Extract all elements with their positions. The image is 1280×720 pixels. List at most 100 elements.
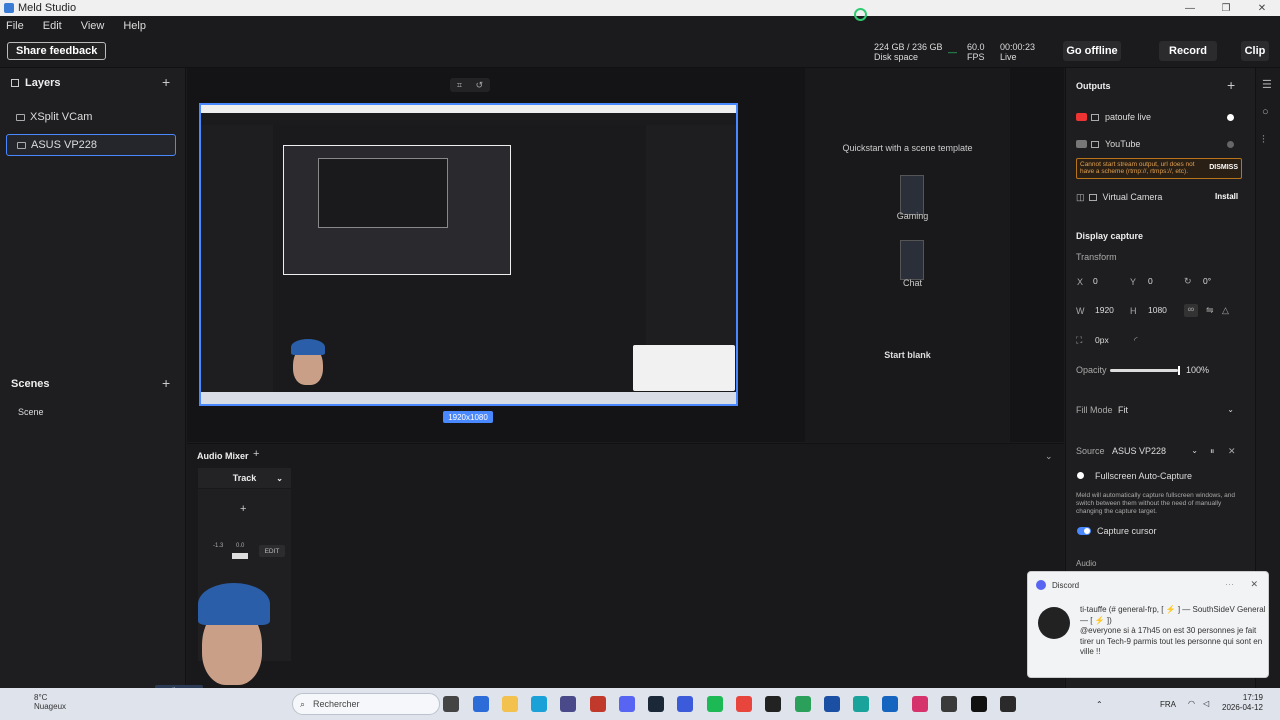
source-select[interactable]: ASUS VP228 ⌄ xyxy=(1108,443,1202,458)
opacity-label: Opacity xyxy=(1076,365,1107,375)
h-label: H xyxy=(1130,306,1137,316)
edge-icon[interactable] xyxy=(473,696,489,712)
meld-studio-taskbar-icon[interactable] xyxy=(1000,696,1016,712)
opacity-slider[interactable] xyxy=(1110,366,1180,375)
app-icon-navy[interactable] xyxy=(824,696,840,712)
task-view-icon[interactable] xyxy=(443,696,459,712)
app-icon-dark[interactable] xyxy=(765,696,781,712)
start-blank-button[interactable]: Start blank xyxy=(805,350,1010,360)
layer-item-xsplit-vcam[interactable]: XSplit VCam xyxy=(6,106,176,128)
track-edit-button[interactable]: EDIT xyxy=(259,545,285,557)
properties-icon[interactable]: ☰ xyxy=(1262,78,1272,91)
file-explorer-icon[interactable] xyxy=(502,696,518,712)
more-options-icon[interactable]: ··· xyxy=(1225,579,1234,589)
chat-template-thumbnail[interactable] xyxy=(900,240,924,280)
menu-file[interactable]: File xyxy=(6,20,24,32)
menu-help[interactable]: Help xyxy=(123,20,146,32)
xbox-icon[interactable] xyxy=(795,696,811,712)
mixer-icon[interactable]: ⫶ xyxy=(1262,134,1265,147)
close-button[interactable]: ✕ xyxy=(1244,0,1280,16)
source-label: Source xyxy=(1076,446,1105,456)
taskbar-search-box[interactable]: ⌕ Rechercher xyxy=(292,693,440,715)
layer-item-asus-vp228[interactable]: ASUS VP228 xyxy=(6,134,176,156)
add-layer-button[interactable]: + xyxy=(162,74,170,90)
x-field[interactable]: 0 xyxy=(1088,274,1122,288)
gaming-template-label[interactable]: Gaming xyxy=(865,211,960,221)
scene-preview-canvas[interactable] xyxy=(199,103,738,406)
crop-tool-icon[interactable]: ⌗ xyxy=(457,80,462,91)
outputs-title: Outputs xyxy=(1076,81,1111,91)
scene-templates-panel: Quickstart with a scene template Gaming … xyxy=(805,68,1010,442)
y-field[interactable]: 0 xyxy=(1143,274,1177,288)
maximize-button[interactable]: ❐ xyxy=(1208,0,1244,16)
discord-notification[interactable]: Discord ··· ✕ ti-tauffe (# general-frp, … xyxy=(1027,571,1269,678)
wifi-icon[interactable]: ◠ xyxy=(1188,699,1195,708)
volume-fader-handle[interactable] xyxy=(232,553,248,559)
discord-taskbar-icon[interactable] xyxy=(619,696,635,712)
menu-view[interactable]: View xyxy=(81,20,105,32)
flip-vertical-icon[interactable]: △ xyxy=(1222,305,1229,316)
gaming-template-thumbnail[interactable] xyxy=(900,175,924,215)
rotation-field[interactable]: 0° xyxy=(1198,274,1230,288)
opacity-slider-knob[interactable] xyxy=(1178,366,1180,375)
link-aspect-icon[interactable]: ∞ xyxy=(1184,304,1198,317)
speaker-icon[interactable]: ◁ xyxy=(1203,699,1209,708)
close-icon[interactable]: ✕ xyxy=(1228,446,1236,457)
add-scene-button[interactable]: + xyxy=(162,375,170,391)
preview-left-panel xyxy=(201,125,273,395)
install-virtual-camera-button[interactable]: Install xyxy=(1215,192,1238,201)
app-icon-grey[interactable] xyxy=(941,696,957,712)
height-field[interactable]: 1080 xyxy=(1143,303,1179,317)
fullscreen-auto-capture-radio[interactable] xyxy=(1077,472,1084,479)
record-button[interactable]: Record xyxy=(1159,41,1217,61)
minimize-button[interactable]: — xyxy=(1172,0,1208,16)
language-indicator[interactable]: FRA xyxy=(1160,700,1176,709)
disk-space-value: 224 GB / 236 GB xyxy=(874,42,943,52)
rotate-tool-icon[interactable]: ↺ xyxy=(476,80,484,91)
app-icon-blue[interactable] xyxy=(677,696,693,712)
steam-icon[interactable] xyxy=(648,696,664,712)
scene-item[interactable]: Scene xyxy=(6,402,176,422)
go-offline-button[interactable]: Go offline xyxy=(1063,41,1121,61)
corner-radius-icon[interactable]: ◜ xyxy=(1134,335,1138,346)
track-header[interactable]: Track ⌄ xyxy=(198,468,291,488)
capture-cursor-toggle[interactable] xyxy=(1077,527,1091,535)
tray-overflow-icon[interactable]: ⌃ xyxy=(1096,700,1103,709)
spotify-icon[interactable] xyxy=(707,696,723,712)
add-audio-track-button[interactable]: + xyxy=(253,448,259,460)
menu-edit[interactable]: Edit xyxy=(43,20,62,32)
chrome-icon[interactable] xyxy=(736,696,752,712)
output-row-virtual-camera[interactable]: ◫ Virtual Camera xyxy=(1076,190,1162,204)
taskbar-clock[interactable]: 17:19 2026-04-12 xyxy=(1222,693,1263,713)
pause-icon[interactable]: ⏸ xyxy=(1210,446,1215,457)
app-icon-blue-2[interactable] xyxy=(882,696,898,712)
window-titlebar: Meld Studio — ❐ ✕ xyxy=(0,0,1280,16)
output-row-youtube[interactable]: YouTube xyxy=(1076,137,1140,151)
width-field[interactable]: 1920 xyxy=(1090,303,1126,317)
chat-icon[interactable]: ○ xyxy=(1262,106,1269,118)
flip-horizontal-icon[interactable]: ⇋ xyxy=(1206,305,1214,316)
add-track-source-button[interactable]: + xyxy=(240,503,246,515)
chat-template-label[interactable]: Chat xyxy=(865,278,960,288)
browser-icon[interactable] xyxy=(531,696,547,712)
notification-close-button[interactable]: ✕ xyxy=(1250,579,1258,590)
preview-webcam-hat xyxy=(291,339,325,355)
app-icon-teal[interactable] xyxy=(853,696,869,712)
calculator-icon[interactable] xyxy=(560,696,576,712)
layer-label: XSplit VCam xyxy=(30,111,93,123)
fps-dash-icon: — xyxy=(948,47,957,57)
mixer-collapse-chevron-icon[interactable]: ⌄ xyxy=(1045,451,1053,462)
obs-icon[interactable] xyxy=(971,696,987,712)
clip-button[interactable]: Clip xyxy=(1241,41,1269,61)
dismiss-button[interactable]: DISMISS xyxy=(1209,164,1238,171)
output-toggle-patoufe-live[interactable] xyxy=(1227,114,1234,121)
share-feedback-button[interactable]: Share feedback xyxy=(7,42,107,60)
crop-field[interactable]: 0px xyxy=(1090,333,1120,347)
add-output-button[interactable]: + xyxy=(1227,77,1235,93)
output-toggle-youtube[interactable] xyxy=(1227,141,1234,148)
output-row-patoufe-live[interactable]: patoufe live xyxy=(1076,110,1151,124)
weather-widget[interactable]: 8°C Nuageux xyxy=(34,693,66,711)
fill-mode-select[interactable]: Fit ⌄ xyxy=(1114,402,1240,417)
app-icon-red[interactable] xyxy=(590,696,606,712)
app-icon-pink[interactable] xyxy=(912,696,928,712)
